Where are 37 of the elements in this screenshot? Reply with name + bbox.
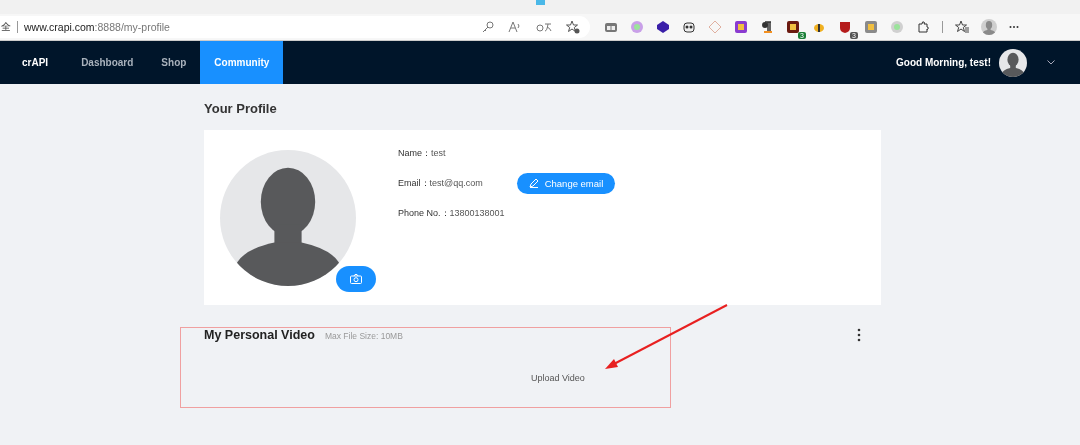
url-text: www.crapi.com:8888/my-profile [24,21,171,33]
field-value: 13800138001 [449,208,505,218]
brand-logo[interactable]: crAPI [22,57,49,68]
camera-icon [350,274,362,284]
extension-icon[interactable] [838,20,852,34]
profile-avatar[interactable] [981,19,997,35]
extension-icon[interactable] [734,20,748,34]
extension-icon[interactable] [682,20,696,34]
favorites-icon[interactable] [955,20,969,34]
extension-icon[interactable] [760,20,774,34]
field-label: Phone No.： [398,206,450,220]
translate-icon[interactable] [536,21,552,33]
section-title: My Personal Video [204,328,315,342]
file-size-hint: Max File Size: 10MB [324,331,403,341]
add-favorite-icon[interactable] [566,20,580,34]
field-label: Name： [398,146,431,160]
page-title: Your Profile [204,101,278,116]
read-aloud-icon[interactable] [508,21,522,33]
pencil-icon [528,178,539,188]
nav-tab[interactable]: Shop [147,41,201,84]
extension-icon[interactable] [656,20,670,34]
extension-icon[interactable] [786,20,800,34]
more-icon[interactable] [1009,25,1019,29]
nav-tab[interactable]: Dashboard [67,41,148,84]
chevron-down-icon[interactable] [1047,60,1055,65]
key-icon[interactable] [482,21,494,33]
address-prefix: 全 [0,20,11,34]
kebab-menu-icon[interactable] [857,328,861,342]
address-bar[interactable]: 全 www.crapi.com:8888/my-profile [0,16,590,38]
camera-button[interactable] [336,266,376,292]
field-label: Email： [398,176,430,190]
user-avatar[interactable] [999,48,1027,77]
upload-video-link[interactable]: Upload Video [531,373,585,383]
extension-icon[interactable] [916,20,930,34]
greeting-text: Good Morning, test! [896,57,991,68]
field-value: test@qq.com [429,178,483,188]
field-value: test [431,148,446,158]
